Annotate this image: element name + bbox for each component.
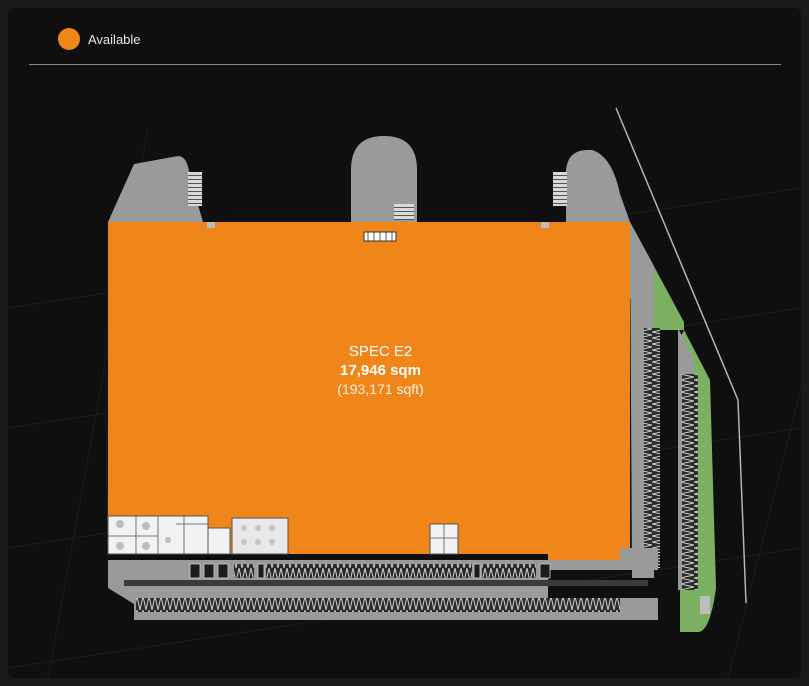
tower-left-stairs [188,172,202,206]
floorplan-panel: Available SPEC E2 17,946 sqm (193,171 sq… [8,8,801,678]
door-marker-left [207,222,215,228]
dock-south [136,598,620,612]
dock-north-1 [234,564,254,578]
tower-center-stairs [394,204,414,220]
unit-name: SPEC E2 [348,343,413,360]
tower-right-stairs [553,172,567,206]
dock-north-3 [482,564,536,578]
dock-east-2 [682,374,698,590]
service-corridor [124,580,648,586]
canteen [231,517,289,555]
unit-area-sqft: (193,171 sqft) [337,381,424,397]
unit-area-sqm: 17,946 sqm [340,362,421,379]
door-marker-right [541,222,549,228]
dock-east-1 [644,328,660,568]
office-annex [207,527,231,555]
east-small-box [700,596,710,614]
tower-right [566,149,630,222]
dock-north-2 [266,564,472,578]
unit-label: SPEC E2 17,946 sqm (193,171 sqft) [268,342,493,399]
